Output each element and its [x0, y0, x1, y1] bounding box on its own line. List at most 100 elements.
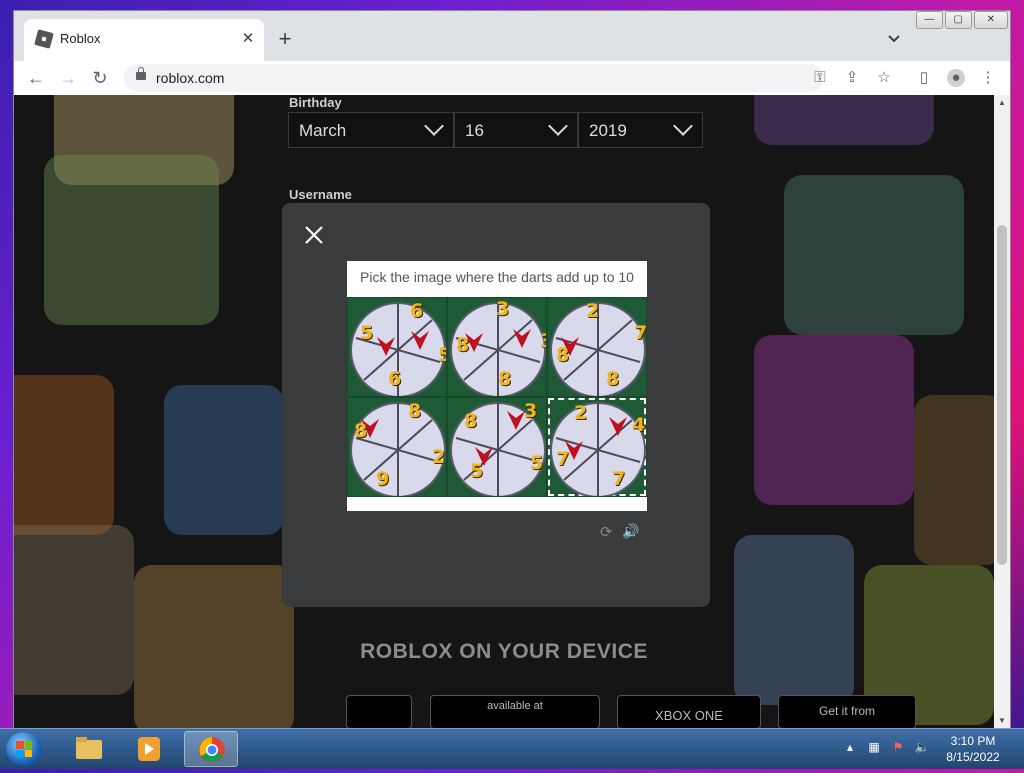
dart-number: 7 — [612, 468, 626, 490]
back-arrow-icon[interactable]: ← — [24, 66, 48, 90]
dart-number: 7 — [556, 448, 570, 470]
media-player-icon — [138, 737, 160, 761]
dart-number: 8 — [498, 368, 512, 390]
game-tile — [14, 375, 114, 535]
refresh-captcha-icon[interactable]: ⟳ — [600, 523, 616, 541]
year-select[interactable]: 2019 — [578, 112, 703, 148]
side-panel-icon[interactable]: ▯ — [915, 69, 933, 87]
store-badge[interactable] — [346, 695, 412, 729]
roblox-favicon-icon — [34, 29, 54, 49]
dart-number: 3 — [540, 330, 546, 352]
network-icon[interactable]: ▦ — [866, 739, 882, 755]
tab-strip: Roblox ✕ + — ▢ ✕ — [14, 11, 1010, 61]
microsoft-store-badge[interactable]: Get it from — [778, 695, 916, 729]
dart-number: 3 — [524, 400, 538, 422]
key-icon[interactable]: ⚿ — [811, 69, 829, 87]
chrome-icon — [199, 737, 225, 763]
game-tile — [754, 95, 934, 145]
captcha-option-4[interactable]: 8 8 2 9 — [347, 397, 447, 497]
dart-number: 4 — [632, 414, 646, 436]
day-value: 16 — [465, 121, 484, 140]
captcha-option-2[interactable]: 3 8 3 8 — [447, 297, 547, 397]
game-tile — [164, 385, 284, 535]
dart-number: 5 — [470, 460, 484, 482]
dart-number: 2 — [586, 300, 600, 322]
dart-number: 9 — [376, 468, 390, 490]
chevron-down-icon — [548, 116, 568, 136]
captcha-grid: 655638382788882938552477 — [347, 297, 647, 497]
close-window-button[interactable]: ✕ — [973, 11, 1009, 29]
chrome-taskbar-button[interactable] — [184, 731, 238, 767]
share-icon[interactable]: ⇪ — [843, 69, 861, 87]
windows-logo-icon — [16, 741, 32, 757]
chevron-down-icon — [673, 116, 693, 136]
profile-avatar-icon[interactable]: ● — [947, 69, 965, 87]
clock-date: 8/15/2022 — [946, 750, 1000, 764]
dart-number: 8 — [556, 344, 570, 366]
browser-toolbar: ← → ↻ roblox.com ⚿ ⇪ ☆ ▯ ● ⋮ — [14, 61, 1010, 96]
dart-number: 8 — [456, 334, 470, 356]
menu-kebab-icon[interactable]: ⋮ — [979, 69, 997, 87]
captcha-modal: Pick the image where the darts add up to… — [282, 203, 710, 607]
game-tile — [754, 335, 914, 505]
dart-number: 6 — [388, 368, 402, 390]
dart-number: 5 — [360, 322, 374, 344]
captcha-option-6[interactable]: 2 4 7 7 — [547, 397, 647, 497]
reload-icon[interactable]: ↻ — [88, 66, 112, 90]
address-bar[interactable]: roblox.com — [124, 64, 824, 92]
lock-icon[interactable] — [136, 67, 146, 80]
dart-number: 3 — [496, 298, 510, 320]
game-tile — [44, 155, 219, 325]
new-tab-button[interactable]: + — [274, 28, 296, 51]
dart-number: 5 — [438, 344, 446, 366]
close-icon[interactable] — [302, 223, 326, 247]
xbox-store-badge[interactable]: XBOX ONE — [617, 695, 761, 729]
dart-number: 8 — [408, 400, 422, 422]
tab-title: Roblox — [60, 31, 101, 46]
dart-number: 2 — [574, 402, 588, 424]
scroll-down-icon[interactable]: ▼ — [994, 713, 1010, 729]
scroll-thumb[interactable] — [997, 225, 1007, 565]
device-heading: ROBLOX ON YOUR DEVICE — [360, 640, 648, 663]
system-clock[interactable]: 3:10 PM 8/15/2022 — [938, 733, 1008, 765]
game-tile — [914, 395, 994, 565]
dart-number: 8 — [354, 420, 368, 442]
dart-number: 8 — [464, 410, 478, 432]
dart-number: 8 — [606, 368, 620, 390]
media-player-taskbar-button[interactable] — [122, 731, 176, 767]
store-label: available at — [487, 700, 543, 712]
captcha-option-5[interactable]: 3 8 5 5 — [447, 397, 547, 497]
start-button[interactable] — [6, 732, 42, 766]
store-label: XBOX ONE — [655, 708, 723, 723]
show-hidden-icons-icon[interactable]: ▴ — [842, 739, 858, 755]
tab-search-chevron-icon[interactable] — [884, 29, 904, 49]
game-tile — [784, 175, 964, 335]
audio-challenge-icon[interactable]: 🔊 — [622, 523, 642, 539]
captcha-option-1[interactable]: 6556 — [347, 297, 447, 397]
month-select[interactable]: March — [288, 112, 454, 148]
action-center-icon[interactable]: ⚑ — [890, 739, 906, 755]
tab-roblox[interactable]: Roblox ✕ — [24, 19, 264, 61]
bookmark-star-icon[interactable]: ☆ — [875, 69, 893, 87]
folder-icon — [76, 737, 102, 759]
maximize-button[interactable]: ▢ — [944, 11, 972, 29]
birthday-label: Birthday — [289, 95, 342, 110]
year-value: 2019 — [589, 121, 627, 140]
minimize-button[interactable]: — — [916, 11, 943, 29]
volume-icon[interactable]: 🔈 — [914, 739, 930, 755]
windows-taskbar: ▴ ▦ ⚑ 🔈 3:10 PM 8/15/2022 — [0, 728, 1024, 769]
amazon-store-badge[interactable]: available at — [430, 695, 600, 729]
captcha-option-3[interactable]: 2 7 8 8 — [547, 297, 647, 397]
explorer-taskbar-button[interactable] — [62, 731, 116, 767]
day-select[interactable]: 16 — [454, 112, 578, 148]
scroll-up-icon[interactable]: ▲ — [994, 95, 1010, 111]
dart-number: 7 — [634, 322, 647, 344]
page-scrollbar[interactable]: ▲ ▼ — [994, 95, 1010, 729]
captcha-prompt: Pick the image where the darts add up to… — [360, 269, 634, 285]
dart-number: 6 — [410, 300, 424, 322]
forward-arrow-icon[interactable]: → — [56, 66, 80, 90]
url-text: roblox.com — [156, 70, 225, 86]
tab-close-button[interactable]: ✕ — [238, 29, 258, 49]
page-viewport: Birthday March 16 2019 Username Pick the… — [14, 95, 994, 729]
browser-window: Roblox ✕ + — ▢ ✕ ← → ↻ roblox.com ⚿ ⇪ ☆ … — [13, 10, 1011, 729]
